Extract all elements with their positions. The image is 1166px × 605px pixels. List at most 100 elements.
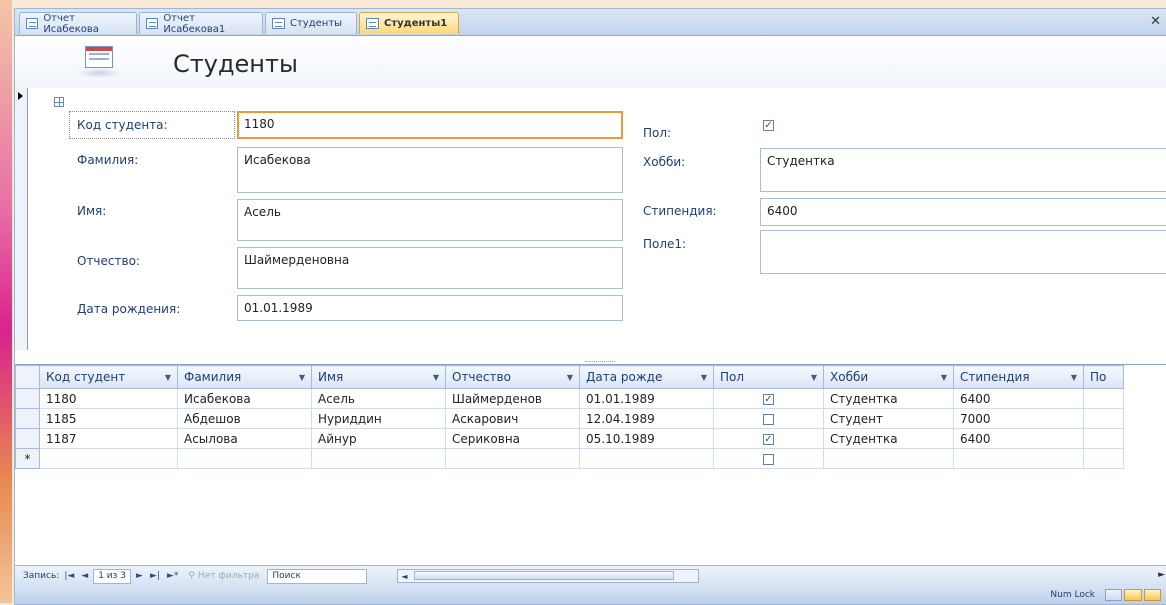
form-view-icon[interactable] bbox=[1105, 589, 1123, 601]
firstname-field[interactable]: Асель bbox=[237, 199, 623, 241]
field1-field[interactable] bbox=[760, 230, 1166, 274]
cell-gender[interactable] bbox=[713, 408, 824, 429]
form-icon bbox=[77, 44, 121, 80]
last-record-icon[interactable]: ►| bbox=[148, 571, 162, 581]
cell-lastname[interactable]: Абдешов bbox=[177, 408, 312, 429]
cell-hobby[interactable]: Студентка bbox=[823, 428, 954, 449]
table-row[interactable]: 1180 Исабекова Асель Шаймерденов 01.01.1… bbox=[15, 388, 1124, 409]
cell-firstname[interactable]: Асель bbox=[311, 388, 446, 409]
column-header[interactable]: Хобби ▼ bbox=[823, 365, 954, 389]
row-selector[interactable] bbox=[15, 428, 40, 449]
code-label: Код студента: bbox=[77, 118, 168, 132]
cell-stipend[interactable]: 7000 bbox=[953, 408, 1084, 429]
cell-stipend[interactable]: 6400 bbox=[953, 428, 1084, 449]
column-header-row: Код студент ▼ Фамилия ▼ Имя ▼ Отчество ▼ Дат… bbox=[15, 365, 1124, 389]
cell-birth[interactable]: 05.10.1989 bbox=[579, 428, 714, 449]
cell-lastname[interactable]: Асылова bbox=[177, 428, 312, 449]
cell-hobby[interactable]: Студентка bbox=[823, 388, 954, 409]
record-position-input[interactable]: 1 из 3 bbox=[93, 568, 132, 584]
tab-label: Студенты1 bbox=[384, 18, 448, 29]
cell-code[interactable]: 1187 bbox=[39, 428, 178, 449]
record-label: Запись: bbox=[23, 571, 60, 581]
cell-birth[interactable]: 01.01.1989 bbox=[579, 388, 714, 409]
stipend-field[interactable]: 6400 bbox=[760, 198, 1166, 226]
datasheet-view-icon[interactable] bbox=[1124, 589, 1142, 601]
scrollbar-thumb[interactable] bbox=[414, 571, 675, 580]
gender-label: Пол: bbox=[643, 126, 672, 140]
cell-lastname[interactable]: Исабекова bbox=[177, 388, 312, 409]
column-header[interactable]: Дата рожде ▼ bbox=[579, 365, 714, 389]
tab-report-isabekova[interactable]: Отчет Исабекова bbox=[19, 12, 137, 35]
column-header[interactable]: Стипендия ▼ bbox=[953, 365, 1084, 389]
cell-code[interactable]: 1180 bbox=[39, 388, 178, 409]
checkbox-icon[interactable]: ✓ bbox=[763, 393, 774, 405]
cell-extra[interactable] bbox=[1083, 388, 1124, 409]
select-all-cell[interactable] bbox=[15, 365, 40, 389]
record-selector[interactable] bbox=[15, 88, 28, 350]
cell-extra[interactable] bbox=[1083, 428, 1124, 449]
horizontal-scrollbar[interactable]: ◄ bbox=[397, 569, 700, 583]
view-switcher[interactable] bbox=[1105, 589, 1161, 601]
scroll-right-icon[interactable]: ► bbox=[1158, 570, 1165, 580]
column-header[interactable]: Пол ▼ bbox=[713, 365, 824, 389]
tab-students[interactable]: Студенты bbox=[265, 12, 357, 34]
filter-status[interactable]: Нет фильтра bbox=[198, 571, 259, 581]
firstname-label: Имя: bbox=[77, 204, 107, 218]
cell-extra[interactable] bbox=[1083, 408, 1124, 429]
layout-view-icon[interactable] bbox=[1143, 589, 1161, 601]
patronymic-label: Отчество: bbox=[77, 254, 140, 268]
decorative-left-stripe bbox=[0, 0, 12, 603]
cell-gender[interactable]: ✓ bbox=[713, 428, 824, 449]
chevron-down-icon: ▼ bbox=[810, 373, 817, 382]
row-selector[interactable] bbox=[15, 388, 40, 409]
table-row[interactable]: 1185 Абдешов Нуриддин Аскарович 12.04.19… bbox=[15, 408, 1124, 429]
tab-label: Отчет Исабекова bbox=[43, 12, 99, 35]
close-icon[interactable]: ✕ bbox=[1150, 14, 1161, 29]
new-record-asterisk-icon[interactable]: * bbox=[15, 448, 40, 469]
previous-record-icon[interactable]: ◄ bbox=[79, 571, 90, 581]
first-record-icon[interactable]: |◄ bbox=[62, 571, 76, 581]
code-field[interactable]: 1180 bbox=[237, 111, 623, 139]
form-tab-icon bbox=[366, 18, 379, 29]
cell-stipend[interactable]: 6400 bbox=[953, 388, 1084, 409]
row-selector[interactable] bbox=[15, 408, 40, 429]
cell-firstname[interactable]: Айнур bbox=[311, 428, 446, 449]
tab-report-isabekova1[interactable]: Отчет Исабекова1 bbox=[139, 12, 263, 35]
checkbox-icon[interactable] bbox=[763, 453, 774, 465]
cell-birth[interactable]: 12.04.1989 bbox=[579, 408, 714, 429]
tab-students1[interactable]: Студенты1 bbox=[359, 12, 459, 34]
cell-patronymic[interactable]: Сериковна bbox=[445, 428, 580, 449]
lastname-label: Фамилия: bbox=[77, 153, 139, 167]
birthdate-field[interactable]: 01.01.1989 bbox=[237, 295, 623, 321]
column-header[interactable]: По bbox=[1083, 365, 1124, 389]
column-header[interactable]: Код студент ▼ bbox=[39, 365, 178, 389]
next-record-icon[interactable]: ► bbox=[134, 571, 145, 581]
patronymic-field[interactable]: Шаймерденовна bbox=[237, 247, 623, 289]
layout-move-handle-icon[interactable] bbox=[54, 97, 64, 107]
lastname-field[interactable]: Исабекова bbox=[237, 147, 623, 193]
scroll-left-icon[interactable]: ◄ bbox=[401, 572, 407, 581]
checkbox-icon[interactable] bbox=[763, 413, 774, 425]
chevron-down-icon: ▼ bbox=[940, 373, 947, 382]
form-header: Студенты bbox=[15, 36, 1166, 88]
search-input[interactable]: Поиск bbox=[267, 568, 368, 584]
cell-hobby[interactable]: Студент bbox=[823, 408, 954, 429]
new-record-row[interactable]: * bbox=[15, 448, 1124, 469]
new-record-icon[interactable]: ►* bbox=[165, 571, 180, 581]
field1-label: Поле1: bbox=[643, 237, 687, 251]
cell-patronymic[interactable]: Шаймерденов bbox=[445, 388, 580, 409]
cell-patronymic[interactable]: Аскарович bbox=[445, 408, 580, 429]
cell-gender[interactable] bbox=[713, 448, 824, 469]
cell-code[interactable]: 1185 bbox=[39, 408, 178, 429]
cell-gender[interactable]: ✓ bbox=[713, 388, 824, 409]
hobby-field[interactable]: Студентка bbox=[760, 148, 1166, 192]
record-navigation-bar: Запись: |◄ ◄ 1 из 3 ► ►| ►* ⚲ Нет фильтр… bbox=[15, 565, 1166, 586]
checkbox-icon[interactable]: ✓ bbox=[763, 433, 774, 445]
gender-checkbox[interactable]: ✓ bbox=[763, 120, 774, 131]
cell-firstname[interactable]: Нуриддин bbox=[311, 408, 446, 429]
table-row[interactable]: 1187 Асылова Айнур Сериковна 05.10.1989 … bbox=[15, 428, 1124, 449]
column-header[interactable]: Имя ▼ bbox=[311, 365, 446, 389]
column-header[interactable]: Отчество ▼ bbox=[445, 365, 580, 389]
column-header[interactable]: Фамилия ▼ bbox=[177, 365, 312, 389]
status-bar: Num Lock bbox=[15, 586, 1166, 604]
